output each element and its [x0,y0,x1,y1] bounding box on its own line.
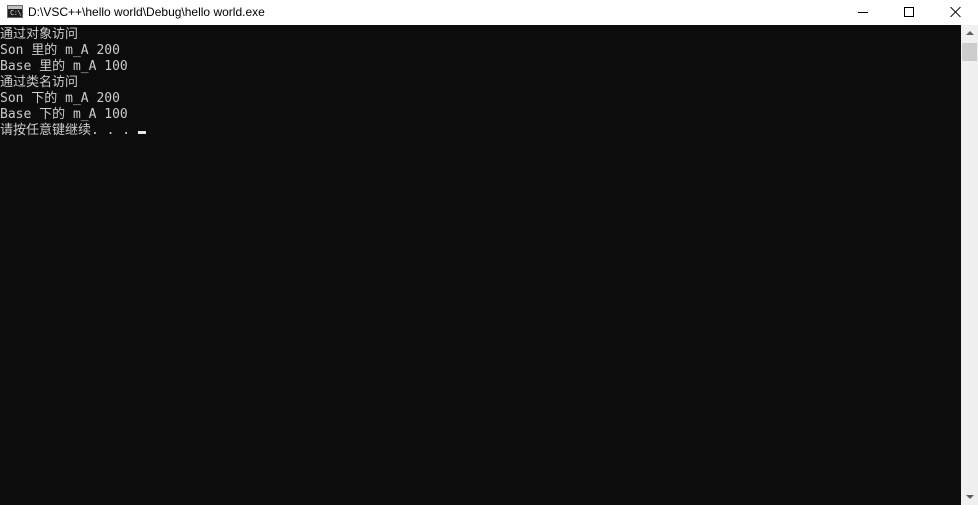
console-output[interactable]: 通过对象访问 Son 里的 m_A 200 Base 里的 m_A 100 通过… [0,25,961,505]
close-icon [949,6,961,18]
vertical-scrollbar[interactable] [961,25,978,505]
console-prompt-line: 请按任意键继续. . . [0,123,961,139]
scroll-up-button[interactable] [961,25,978,42]
scroll-down-button[interactable] [961,488,978,505]
scroll-thumb[interactable] [962,43,977,61]
console-prompt-text: 请按任意键继续. . . [0,123,131,138]
console-line: 通过对象访问 [0,27,79,42]
title-bar[interactable]: C:\ D:\VSC++\hello world\Debug\hello wor… [0,0,978,25]
minimize-button[interactable] [840,0,886,25]
window-controls [840,0,978,25]
console-window: C:\ D:\VSC++\hello world\Debug\hello wor… [0,0,978,505]
scroll-down-arrow-icon [966,495,974,499]
text-cursor [138,131,147,134]
console-line: Son 下的 m_A 200 [0,91,120,106]
icon-label: C:\ [10,9,22,17]
scroll-up-arrow-icon [966,31,974,35]
window-title: D:\VSC++\hello world\Debug\hello world.e… [28,5,265,19]
close-button[interactable] [932,0,978,25]
console-app-icon[interactable]: C:\ [7,5,23,18]
console-line: Base 下的 m_A 100 [0,107,128,122]
console-line: 通过类名访问 [0,75,79,90]
console-line: Base 里的 m_A 100 [0,59,128,74]
maximize-button[interactable] [886,0,932,25]
minimize-icon [858,12,868,13]
maximize-icon [904,7,914,17]
console-line: Son 里的 m_A 200 [0,43,120,58]
